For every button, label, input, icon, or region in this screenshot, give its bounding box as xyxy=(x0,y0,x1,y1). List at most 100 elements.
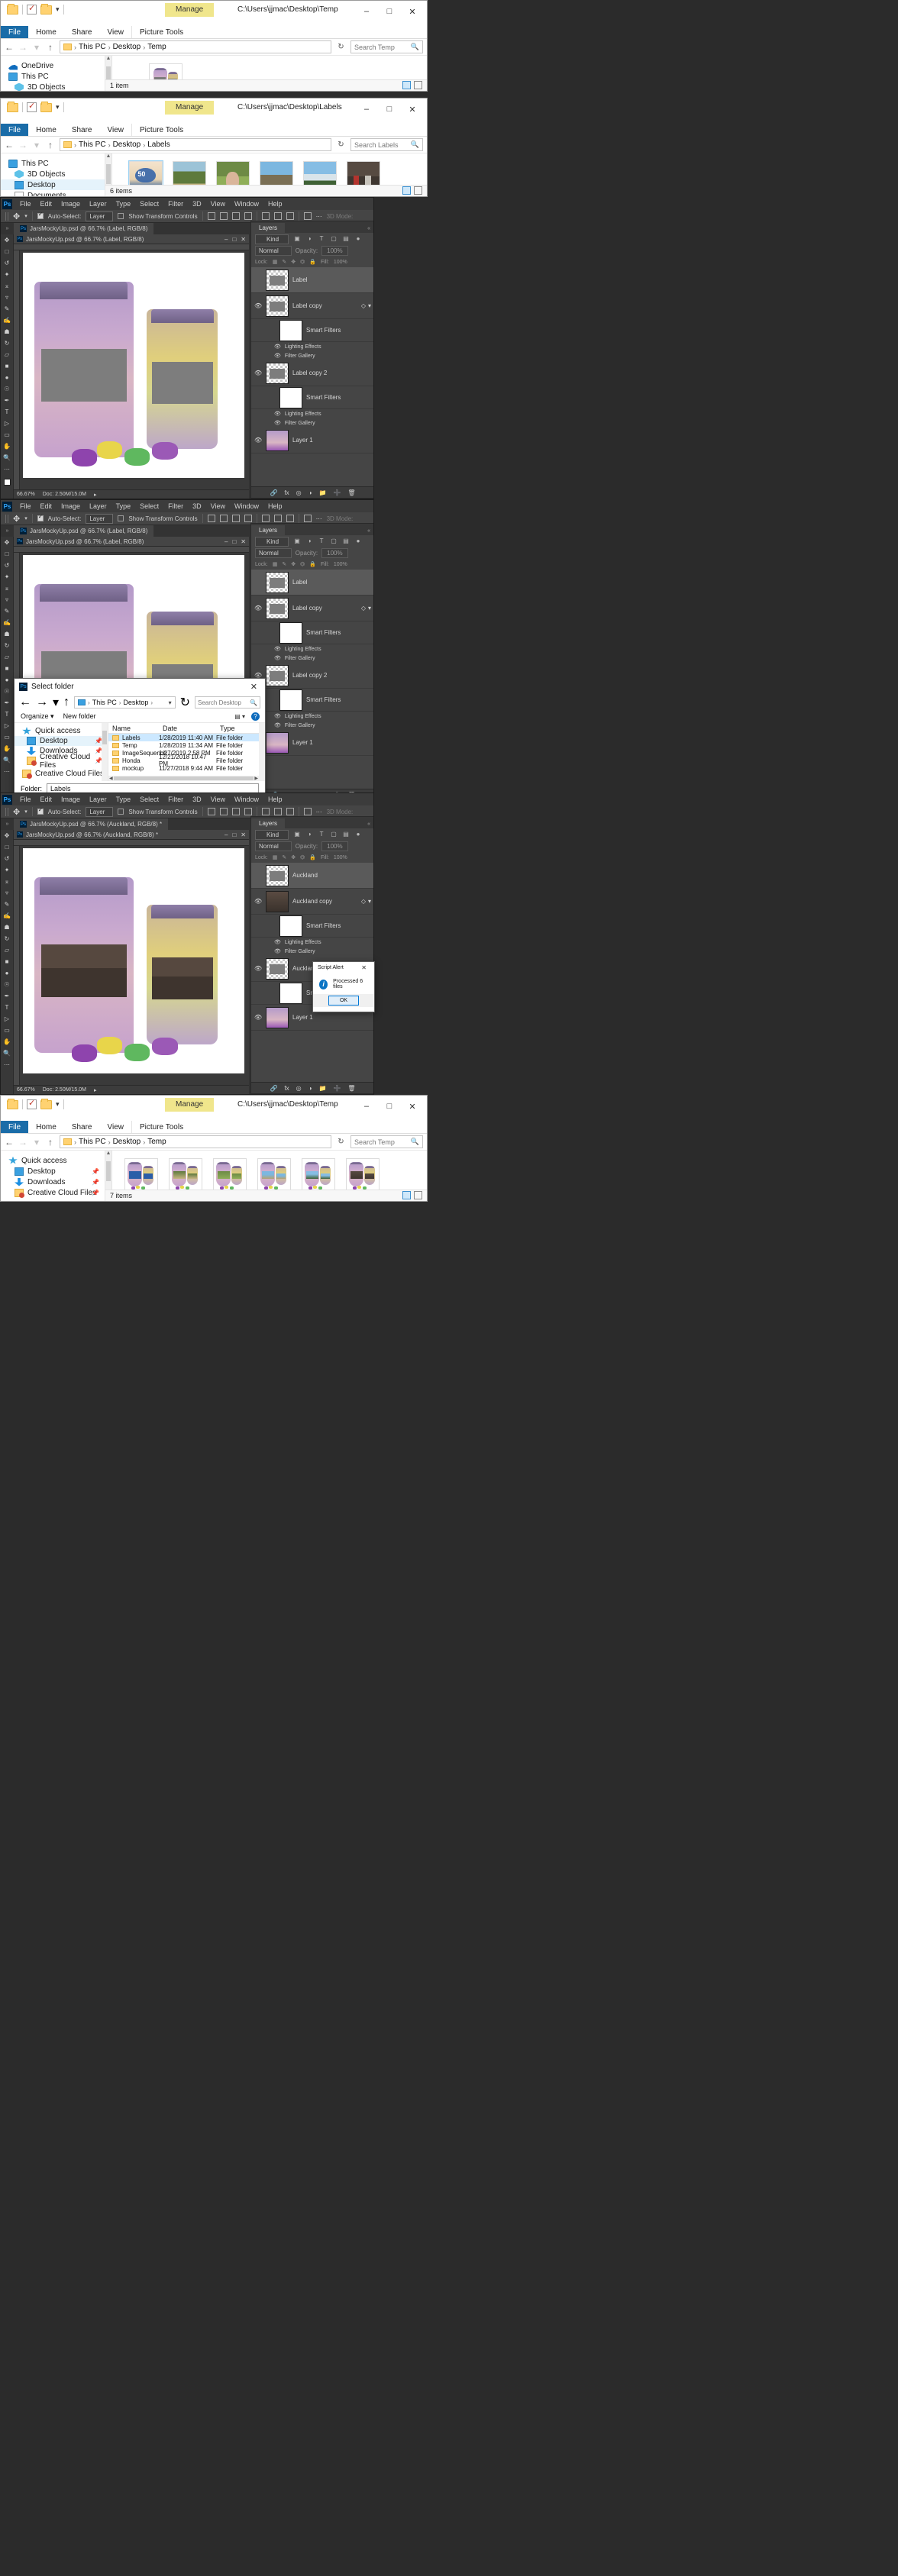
fill-value[interactable]: 100% xyxy=(334,260,347,265)
scroll-right-icon[interactable]: ▶ xyxy=(254,776,259,781)
canvas-document-title[interactable]: Ps JarsMockyUp.psd @ 66.7% (Label, RGB/8… xyxy=(14,234,249,244)
distribute-center-icon[interactable] xyxy=(273,515,282,522)
search-input[interactable]: Search Temp 🔍 xyxy=(350,40,423,53)
blur-tool[interactable]: ● xyxy=(1,967,13,979)
breadcrumb[interactable]: › This PC › Desktop › Temp xyxy=(60,40,331,53)
menu-layer[interactable]: Layer xyxy=(85,502,111,510)
filter-type-icon[interactable]: T xyxy=(318,831,325,838)
crop-tool[interactable]: ⌅ xyxy=(1,583,13,594)
lock-artboard-icon[interactable]: ⏣ xyxy=(300,259,305,265)
chevron-down-icon[interactable]: ▾ xyxy=(56,103,60,111)
breadcrumb-labels[interactable]: Labels xyxy=(147,140,170,149)
dodge-tool[interactable]: ☉ xyxy=(1,383,13,395)
filter-smart-object-icon[interactable]: ▤ xyxy=(342,235,350,243)
blend-mode-dropdown[interactable]: Normal xyxy=(255,548,292,558)
history-brush-tool[interactable]: ↻ xyxy=(1,337,13,349)
distribute-center-icon[interactable] xyxy=(273,212,282,220)
layers-panel-footer[interactable]: 🔗 fx ◎ ◑ 📁 ➕ 🗑 xyxy=(251,1082,373,1093)
table-row[interactable]: Temp 1/28/2019 11:34 AM File folder xyxy=(108,741,265,749)
ribbon-tabs[interactable]: File Home Share View Picture Tools xyxy=(1,26,427,39)
pen-tool[interactable]: ✒ xyxy=(1,990,13,1002)
align-left-icon[interactable] xyxy=(207,515,215,522)
eyedropper-tool[interactable]: ▿ xyxy=(1,594,13,605)
clone-stamp-tool[interactable]: ☗ xyxy=(1,922,13,933)
more-tools[interactable]: ⋯ xyxy=(1,463,13,475)
healing-brush-tool[interactable]: ✎ xyxy=(1,899,13,910)
tab-picture-tools[interactable]: Picture Tools xyxy=(131,26,191,38)
lock-row[interactable]: Lock: ▦ ✎ ✥ ⏣ 🔒 Fill: 100% xyxy=(251,559,373,570)
dialog-command-bar[interactable]: Organize ▾ New folder ▤ ▾ ? xyxy=(15,710,265,723)
breadcrumb-this-pc[interactable]: This PC xyxy=(79,1138,106,1146)
sidebar-item-this-pc[interactable]: This PC xyxy=(1,158,105,169)
menu-file[interactable]: File xyxy=(15,796,36,803)
gradient-tool[interactable]: ■ xyxy=(1,956,13,967)
smart-filter-entry[interactable]: 👁 Filter Gallery xyxy=(251,721,373,730)
menu-view[interactable]: View xyxy=(206,502,230,510)
menu-type[interactable]: Type xyxy=(111,502,136,510)
window-controls[interactable]: – □ ✕ xyxy=(355,1098,424,1115)
close-button[interactable]: ✕ xyxy=(241,831,246,838)
expand-fx-icon[interactable]: ▾ xyxy=(368,605,371,612)
move-tool[interactable]: ✥ xyxy=(1,830,13,841)
filter-kind-dropdown[interactable]: Kind xyxy=(255,234,289,244)
scrollbar-thumb[interactable] xyxy=(106,164,111,184)
breadcrumb-temp[interactable]: Temp xyxy=(147,43,166,51)
hand-tool[interactable]: ✋ xyxy=(1,441,13,452)
sidebar-item-creative-cloud-files[interactable]: Creative Cloud Files 📌 xyxy=(1,1187,105,1198)
canvas-area[interactable]: Ps JarsMockyUp.psd @ 66.7% (Auckland, RG… xyxy=(14,830,249,1094)
tab-layers[interactable]: Layers xyxy=(251,223,286,233)
marquee-tool[interactable]: □ xyxy=(1,548,13,560)
more-tools[interactable]: ⋯ xyxy=(1,1059,13,1070)
eye-icon[interactable]: 👁 xyxy=(254,605,262,612)
select-folder-dialog[interactable]: Ps Select folder ✕ ← → ▾ ↑ › This PC › D… xyxy=(14,678,266,812)
close-button[interactable]: ✕ xyxy=(241,538,246,545)
filter-image-icon[interactable]: ▣ xyxy=(293,235,301,243)
lock-all-icon[interactable]: 🔒 xyxy=(309,561,316,567)
align-top-icon[interactable] xyxy=(244,808,252,815)
delete-layer-icon[interactable]: 🗑 xyxy=(347,1085,355,1092)
filter-smart-object-icon[interactable]: ▤ xyxy=(342,831,350,838)
photoshop-window-1[interactable]: Ps File Edit Image Layer Type Select Fil… xyxy=(0,197,374,499)
filter-type-icon[interactable]: T xyxy=(318,235,325,243)
new-layer-icon[interactable]: ➕ xyxy=(333,489,341,496)
add-mask-icon[interactable]: ◎ xyxy=(296,1085,302,1092)
refresh-icon[interactable]: ↻ xyxy=(336,1138,346,1146)
lasso-tool[interactable]: ↺ xyxy=(1,560,13,571)
distribute-top-icon[interactable] xyxy=(261,212,270,220)
properties-icon[interactable] xyxy=(27,101,37,112)
filter-type-icon[interactable]: T xyxy=(318,537,325,545)
eye-icon[interactable]: 👁 xyxy=(274,353,281,359)
move-tool-icon[interactable]: ✥ xyxy=(13,514,20,524)
window-controls[interactable]: – □ ✕ xyxy=(355,101,424,118)
document-tab[interactable]: Ps JarsMockyUp.psd @ 66.7% (Auckland, RG… xyxy=(14,818,169,830)
dialog-file-list[interactable]: Name Date Type Labels 1/28/2019 11:40 AM… xyxy=(108,723,265,781)
clone-stamp-tool[interactable]: ☗ xyxy=(1,628,13,640)
close-button[interactable]: ✕ xyxy=(241,236,246,243)
status-zoom-level[interactable]: 66.67% xyxy=(17,1087,35,1093)
layer-row[interactable]: 👁 Label copy 2 xyxy=(251,663,373,689)
table-row[interactable]: Honda 12/21/2018 10:47 PM File folder xyxy=(108,754,265,767)
address-bar[interactable]: ← → ▾ ↑ › This PC › Desktop › Temp ↻ Sea… xyxy=(1,39,427,56)
eye-icon[interactable]: 👁 xyxy=(274,655,281,661)
document-tab[interactable]: Ps JarsMockyUp.psd @ 66.7% (Label, RGB/8… xyxy=(14,525,154,537)
lock-transparent-icon[interactable]: ▦ xyxy=(273,854,278,860)
link-layers-icon[interactable]: 🔗 xyxy=(270,1085,277,1092)
recent-locations-icon[interactable]: ▾ xyxy=(32,1137,41,1148)
eye-icon[interactable]: 👁 xyxy=(274,948,281,954)
layers-panel[interactable]: Layers « Kind ▣ ◑ T ▢ ▤ ● Normal Opacity… xyxy=(250,816,373,1094)
lasso-tool[interactable]: ↺ xyxy=(1,853,13,864)
breadcrumb-this-pc[interactable]: This PC xyxy=(79,43,106,51)
filter-toggle-icon[interactable]: ● xyxy=(354,235,362,243)
menu-edit[interactable]: Edit xyxy=(36,796,57,803)
layer-row[interactable]: Smart Filters xyxy=(251,319,373,342)
chevron-down-icon[interactable]: ▾ xyxy=(56,1100,60,1109)
path-selection-tool[interactable]: ▷ xyxy=(1,720,13,731)
adjustment-layer-icon[interactable]: ◑ xyxy=(308,489,312,496)
crop-tool[interactable]: ⌅ xyxy=(1,280,13,292)
lock-image-icon[interactable]: ✎ xyxy=(282,561,286,567)
back-button[interactable]: ← xyxy=(5,140,14,150)
details-view-icon[interactable] xyxy=(402,186,411,195)
eye-icon[interactable]: 👁 xyxy=(254,302,262,309)
column-headers[interactable]: Name Date Type xyxy=(108,723,265,734)
rectangle-tool[interactable]: ▭ xyxy=(1,429,13,441)
